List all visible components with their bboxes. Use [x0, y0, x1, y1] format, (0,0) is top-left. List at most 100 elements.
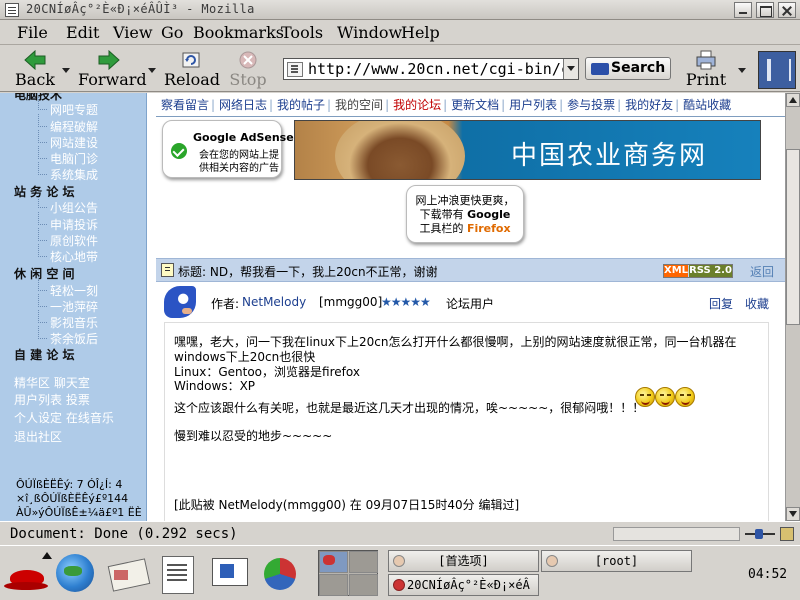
firefox-ad[interactable]: 网上冲浪更快更爽， 下载带有 Google 工具栏的 Firefox	[406, 185, 524, 243]
close-button[interactable]	[778, 2, 796, 18]
nav-vote[interactable]: 参与投票	[559, 95, 620, 115]
scroll-thumb[interactable]	[786, 149, 800, 325]
workspace-2[interactable]	[349, 551, 378, 573]
url-history-dropdown[interactable]	[563, 59, 578, 79]
menu-edit[interactable]: Edit	[66, 23, 99, 43]
smiley-icon	[655, 387, 675, 407]
minimize-button[interactable]	[734, 2, 752, 18]
nav-favorites[interactable]: 酷站收藏	[675, 95, 736, 115]
print-button[interactable]: Print	[682, 46, 730, 92]
url-input[interactable]: http://www.20cn.net/cgi-bin/clu	[308, 60, 564, 78]
mozilla-throbber-icon[interactable]	[758, 51, 796, 89]
redhat-menu-icon[interactable]	[4, 550, 52, 596]
vertical-scrollbar[interactable]	[785, 93, 800, 521]
nav-view-messages[interactable]: 察看留言	[156, 95, 214, 115]
sidebar-item-software[interactable]: 原创软件	[37, 228, 98, 249]
online-connection-icon[interactable]	[745, 528, 775, 540]
thread-subject: 标题: ND，帮我看一下，我上20cn不正常，谢谢	[178, 265, 438, 279]
menu-view[interactable]: View	[113, 23, 153, 43]
firefox-ad-line-3: 工具栏的 Firefox	[407, 220, 523, 236]
clock[interactable]: 04:52	[748, 567, 787, 582]
online-stats: ÔÚÏßÈËÊý: 7 ÓÎ¿Í: 4 ×î¸ßÔÚÏßÈËÊý£º144 ÀÛ…	[16, 478, 142, 520]
title-bar[interactable]: 20CNÍøÂç°²È«Ð¡×éÂÛÌ³ - Mozilla	[0, 0, 800, 20]
sidebar-item-programming[interactable]: 编程破解	[37, 114, 98, 135]
scroll-up-arrow-icon[interactable]	[786, 93, 800, 107]
nav-my-posts[interactable]: 我的帖子	[269, 95, 330, 115]
task-preferences[interactable]: [首选项]	[388, 550, 539, 572]
printer-icon	[696, 50, 716, 70]
sidebar-item-website[interactable]: 网站建设	[37, 130, 98, 151]
author-name-link[interactable]: NetMelody	[242, 295, 306, 309]
menu-bookmarks[interactable]: Bookmarks	[193, 23, 284, 43]
nav-update-docs[interactable]: 更新文档	[443, 95, 504, 115]
forward-button[interactable]: Forward	[78, 46, 147, 92]
maximize-button[interactable]	[756, 2, 774, 18]
workspace-4[interactable]	[349, 574, 378, 596]
task-mozilla[interactable]: 20CNÍøÂç°²È«Ð¡×éÂ	[388, 574, 539, 596]
word-processor-launcher-icon[interactable]	[154, 550, 198, 596]
stop-label: Stop	[229, 70, 267, 89]
web-browser-launcher-icon[interactable]	[52, 550, 96, 596]
forum-sidebar: 电脑技术 网吧专题 编程破解 网站建设 电脑门诊 系统集成 站 务 论 坛 小组…	[0, 93, 147, 521]
forward-history-dropdown[interactable]	[148, 68, 156, 73]
sidebar-item-complaints[interactable]: 申请投诉	[37, 212, 98, 233]
sidebar-item-netbar[interactable]: 网吧专题	[37, 97, 98, 118]
stop-button[interactable]: Stop	[226, 46, 270, 92]
favorite-link[interactable]: 收藏	[745, 295, 769, 312]
back-history-dropdown[interactable]	[62, 68, 70, 73]
nav-user-list[interactable]: 用户列表	[501, 95, 562, 115]
search-button[interactable]: Search	[585, 57, 671, 80]
print-options-dropdown[interactable]	[738, 68, 746, 73]
adsense-ad[interactable]: Google AdSense 会在您的网站上提 供相关内容的广告	[162, 120, 294, 178]
sidebar-item-integration[interactable]: 系统集成	[37, 162, 98, 183]
back-link[interactable]: 返回	[750, 263, 774, 280]
nav-my-friends[interactable]: 我的好友	[617, 95, 678, 115]
menu-help[interactable]: Help	[401, 23, 440, 43]
spreadsheet-launcher-icon[interactable]	[256, 550, 300, 596]
firefox-brand: Firefox	[466, 222, 511, 235]
sidebar-link-users-vote[interactable]: 用户列表 投票	[14, 391, 90, 408]
sidebar-item-relax[interactable]: 轻松一刻	[37, 278, 98, 299]
adsense-title: Google AdSense	[193, 131, 294, 144]
presentation-launcher-icon[interactable]	[206, 550, 250, 596]
section-self-built[interactable]: 自 建 论 坛	[14, 346, 75, 363]
menu-window[interactable]: Window	[337, 23, 402, 43]
search-icon	[591, 63, 609, 75]
workspace-3[interactable]	[319, 574, 348, 596]
nav-blog[interactable]: 网络日志	[211, 95, 272, 115]
menu-go[interactable]: Go	[161, 23, 183, 43]
scroll-down-arrow-icon[interactable]	[786, 507, 800, 521]
sidebar-item-teatime[interactable]: 茶余饭后	[37, 326, 98, 347]
page-content: 电脑技术 网吧专题 编程破解 网站建设 电脑门诊 系统集成 站 务 论 坛 小组…	[0, 93, 785, 521]
menu-tools[interactable]: Tools	[281, 23, 323, 43]
task-root[interactable]: [root]	[541, 550, 692, 572]
forward-label: Forward	[78, 70, 147, 89]
security-lock-icon[interactable]	[780, 527, 794, 541]
sidebar-link-digest-chat[interactable]: 精华区 聊天室	[14, 374, 90, 391]
post-body: 嘿嘿，老大，问一下我在linux下上20cn怎么打开什么都很慢啊，上别的网站速度…	[164, 322, 769, 521]
window-menu-icon[interactable]	[5, 3, 19, 17]
agriculture-banner-ad[interactable]: 中国农业商务网	[294, 120, 761, 180]
sidebar-item-announcements[interactable]: 小组公告	[37, 195, 98, 216]
menu-file[interactable]: File	[17, 23, 48, 43]
sidebar-item-music[interactable]: 影视音乐	[37, 310, 98, 331]
rss-feed-badge[interactable]: XML RSS 2.0	[663, 264, 733, 278]
nav-my-space[interactable]: 我的空间	[327, 95, 388, 115]
workspace-pager[interactable]	[318, 550, 378, 596]
workspace-1[interactable]	[319, 551, 348, 573]
post-line: 慢到难以忍受的地步~~~~~	[174, 429, 333, 443]
email-launcher-icon[interactable]	[104, 550, 148, 596]
sidebar-link-settings-music[interactable]: 个人设定 在线音乐	[14, 409, 114, 426]
sidebar-item-pond[interactable]: 一池萍碎	[37, 294, 98, 315]
url-bar[interactable]: http://www.20cn.net/cgi-bin/clu	[283, 58, 579, 80]
sidebar-link-logout[interactable]: 退出社区	[14, 428, 62, 445]
back-button[interactable]: Back	[12, 46, 58, 92]
nav-my-forum[interactable]: 我的论坛	[385, 95, 446, 115]
adsense-line-2: 供相关内容的广告	[199, 163, 279, 174]
rank-stars: ★★★★★	[381, 295, 431, 309]
reload-button[interactable]: Reload	[164, 46, 220, 92]
sidebar-item-clinic[interactable]: 电脑门诊	[37, 146, 98, 167]
sidebar-item-core[interactable]: 核心地带	[37, 244, 98, 265]
reply-link[interactable]: 回复	[709, 295, 733, 312]
progress-bar	[613, 527, 740, 541]
